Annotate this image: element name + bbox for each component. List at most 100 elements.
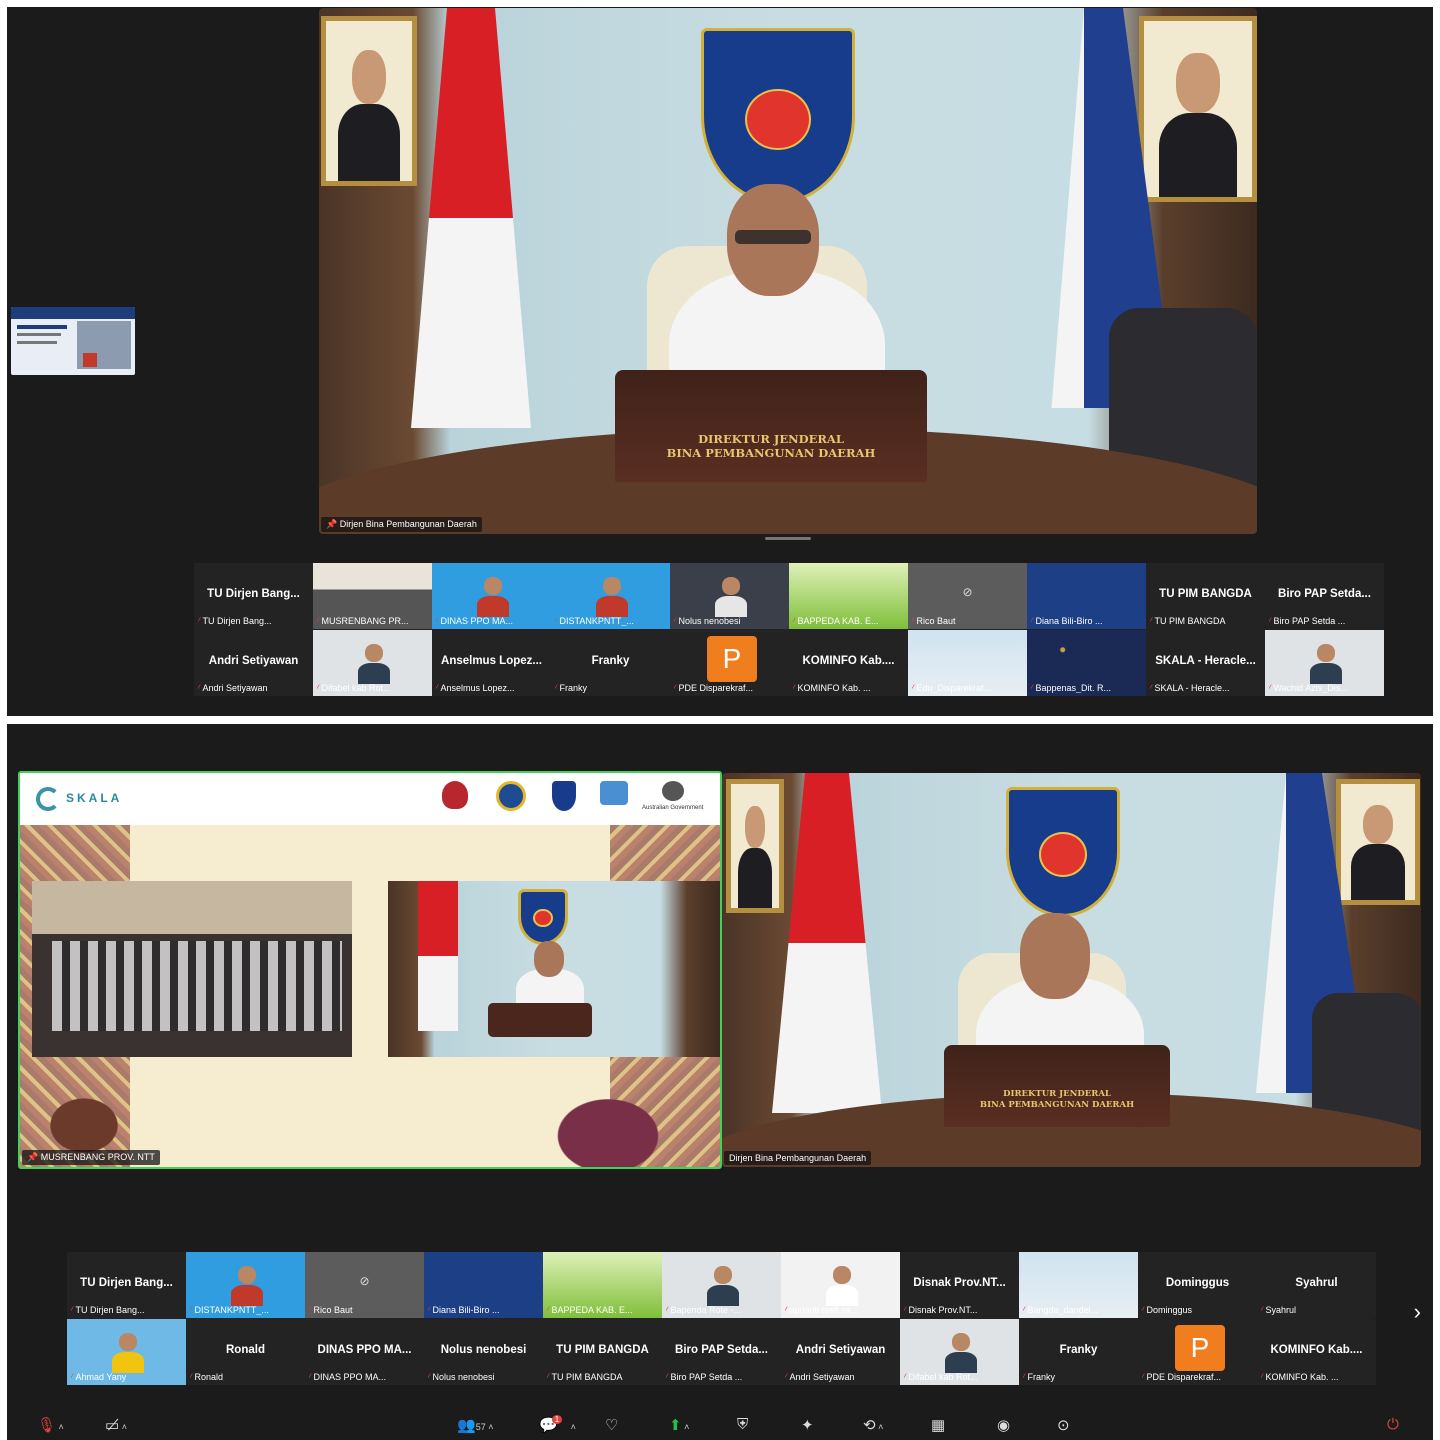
participant-name: Diana Bili-Biro ... <box>1035 616 1103 626</box>
mic-muted-icon: ⁄ <box>793 683 795 693</box>
shared-screen-video[interactable]: SKALA Australian Government 📌 MUSRENBANG… <box>18 771 722 1169</box>
participant-tile[interactable]: ⁄ Diana Bili-Biro ... <box>1027 563 1146 629</box>
participant-label: ⁄ Rico Baut <box>912 616 956 626</box>
mic-muted-icon: ⁄ <box>198 616 200 626</box>
participant-name: SKALA - Heracle... <box>1154 683 1230 693</box>
participant-tile[interactable]: ⁄ Bapenda Rote -... <box>662 1252 781 1318</box>
president-portrait <box>321 16 417 186</box>
participant-tile[interactable]: Anselmus Lopez... ⁄ Anselmus Lopez... <box>432 630 551 696</box>
shared-screen-name: MUSRENBANG PROV. NTT <box>40 1152 155 1162</box>
participant-tile[interactable]: Andri Setiyawan ⁄ Andri Setiyawan <box>781 1319 900 1385</box>
letter-avatar: P <box>1175 1325 1225 1371</box>
record-icon[interactable]: ◉ <box>997 1416 1010 1434</box>
avatar <box>351 636 397 684</box>
speaker-video-2[interactable]: DIREKTUR JENDERAL BINA PEMBANGUNAN DAERA… <box>722 773 1421 1167</box>
leave-icon[interactable]: ⏻ <box>1387 1416 1399 1433</box>
share-screen-icon[interactable]: ⬆ ˄ <box>669 1416 689 1434</box>
ministry-emblem-icon <box>1006 787 1120 917</box>
participant-tile[interactable]: KOMINFO Kab.... ⁄ KOMINFO Kab. ... <box>789 630 908 696</box>
participant-label: ⁄ BAPPEDA KAB. E... <box>547 1305 633 1315</box>
resize-handle[interactable] <box>765 537 811 540</box>
participant-tile[interactable]: ⁄ DINAS PPO MA... <box>432 563 551 629</box>
participant-tile[interactable]: Syahrul ⁄ Syahrul <box>1257 1252 1376 1318</box>
partner-logo-icon <box>552 781 576 811</box>
participant-tile[interactable]: TU PIM BANGDA ⁄ TU PIM BANGDA <box>1146 563 1265 629</box>
participant-tile[interactable]: ⊘ ⁄ Rico Baut <box>305 1252 424 1318</box>
participant-tile[interactable]: ⁄ aprianti resti sa... <box>781 1252 900 1318</box>
more-options-icon[interactable]: ⊙ <box>1057 1416 1070 1434</box>
speaker-video[interactable]: DIREKTUR JENDERAL BINA PEMBANGUNAN DAERA… <box>319 8 1257 534</box>
layout-grid-icon[interactable]: ▦ <box>931 1416 945 1434</box>
participant-label: ⁄ Bapenda Rote -... <box>666 1305 741 1315</box>
mic-muted-icon[interactable]: 🎙 ˄ <box>37 1416 64 1434</box>
participant-tile[interactable]: ⁄ Difabel kab Rot... <box>900 1319 1019 1385</box>
participant-tile[interactable]: DINAS PPO MA... ⁄ DINAS PPO MA... <box>305 1319 424 1385</box>
participant-name: Anselmus Lopez... <box>440 683 515 693</box>
participant-label: ⁄ TU Dirjen Bang... <box>198 616 272 626</box>
participant-tile[interactable]: ⁄ Difabel kab Rot... <box>313 630 432 696</box>
participant-name: Rico Baut <box>916 616 956 626</box>
mic-muted-icon: ⁄ <box>1142 1372 1144 1382</box>
video-off-icon[interactable]: ▭̸ ˄ <box>105 1416 127 1434</box>
next-page-chevron-icon[interactable]: › <box>1414 1299 1421 1325</box>
participant-name: Difabel kab Rot... <box>908 1372 978 1382</box>
participant-name: PDE Disparekraf... <box>1146 1372 1222 1382</box>
participants-icon[interactable]: 👥57 ˄ <box>457 1416 493 1434</box>
apps-icon[interactable]: ⟲ ˄ <box>863 1416 883 1434</box>
mic-muted-icon: ⁄ <box>785 1305 787 1315</box>
participant-label: ⁄ Dominggus <box>1142 1305 1192 1315</box>
participant-tile[interactable]: ⊘ ⁄ Rico Baut <box>908 563 1027 629</box>
participant-label: ⁄ KOMINFO Kab. ... <box>793 683 871 693</box>
screen-share-thumbnail[interactable] <box>11 307 135 375</box>
participant-tile[interactable]: Andri Setiyawan ⁄ Andri Setiyawan <box>194 630 313 696</box>
mic-muted-icon: ⁄ <box>428 1372 430 1382</box>
participant-tile[interactable]: ⁄ BAPPEDA KAB. E... <box>789 563 908 629</box>
chat-icon[interactable]: 💬1 ˄ <box>539 1415 576 1434</box>
participant-tile[interactable]: ⁄ Nolus nenobesi <box>670 563 789 629</box>
participant-tile[interactable]: Biro PAP Setda... ⁄ Biro PAP Setda ... <box>662 1319 781 1385</box>
participant-tile[interactable]: Disnak Prov.NT... ⁄ Disnak Prov.NT... <box>900 1252 1019 1318</box>
participant-tile[interactable]: Ronald ⁄ Ronald <box>186 1319 305 1385</box>
participant-tile[interactable]: ⁄ Edu_Disparekraf... <box>908 630 1027 696</box>
participant-tile[interactable]: Nolus nenobesi ⁄ Nolus nenobesi <box>424 1319 543 1385</box>
participant-name: Bangda_dandel... <box>1027 1305 1099 1315</box>
participant-tile[interactable]: ⁄ BAPPEDA KAB. E... <box>543 1252 662 1318</box>
participant-tile[interactable]: ⁄ DISTANKPNTT_... <box>551 563 670 629</box>
participant-name: Bappenas_Dit. R... <box>1035 683 1112 693</box>
participant-tile[interactable]: ⁄ Ahmad Yany <box>67 1319 186 1385</box>
vice-president-portrait <box>1336 779 1420 905</box>
participant-tile[interactable]: ⁄ Diana Bili-Biro ... <box>424 1252 543 1318</box>
avatar <box>700 1258 746 1306</box>
participant-tile[interactable]: KOMINFO Kab.... ⁄ KOMINFO Kab. ... <box>1257 1319 1376 1385</box>
participant-tile[interactable]: TU PIM BANGDA ⁄ TU PIM BANGDA <box>543 1319 662 1385</box>
participant-tile[interactable]: SKALA - Heracle... ⁄ SKALA - Heracle... <box>1146 630 1265 696</box>
mic-muted-icon: ⁄ <box>904 1372 906 1382</box>
participant-label: ⁄ Bappenas_Dit. R... <box>1031 683 1111 693</box>
participant-name: Rico Baut <box>313 1305 353 1315</box>
participant-display-name: TU PIM BANGDA <box>1159 588 1252 600</box>
mic-muted-icon: ⁄ <box>674 683 676 693</box>
participant-name: KOMINFO Kab. ... <box>797 683 871 693</box>
mic-muted-icon: ⁄ <box>71 1372 73 1382</box>
participant-tile[interactable]: TU Dirjen Bang... ⁄ TU Dirjen Bang... <box>194 563 313 629</box>
participant-tile[interactable]: Franky ⁄ Franky <box>551 630 670 696</box>
participant-tile[interactable]: ⁄ DISTANKPNTT_... <box>186 1252 305 1318</box>
ai-companion-icon[interactable]: ✦ <box>801 1416 814 1434</box>
participant-tile[interactable]: ⁄ MUSRENBANG PR... <box>313 563 432 629</box>
participant-tile[interactable]: Biro PAP Setda... ⁄ Biro PAP Setda ... <box>1265 563 1384 629</box>
participant-display-name: Franky <box>591 655 630 667</box>
participant-tile[interactable]: TU Dirjen Bang... ⁄ TU Dirjen Bang... <box>67 1252 186 1318</box>
participant-tile[interactable]: ⁄ Wachid Azis_Dis... <box>1265 630 1384 696</box>
participant-tile[interactable]: P ⁄ PDE Disparekraf... <box>1138 1319 1257 1385</box>
mic-muted-icon: ⁄ <box>309 1372 311 1382</box>
security-shield-icon[interactable]: ⛨ <box>737 1416 748 1433</box>
participant-tile[interactable]: P ⁄ PDE Disparekraf... <box>670 630 789 696</box>
participant-display-name: Disnak Prov.NT... <box>913 1277 1006 1289</box>
mic-muted-icon: ⁄ <box>317 683 319 693</box>
participant-tile[interactable]: ⁄ Bappenas_Dit. R... <box>1027 630 1146 696</box>
participant-tile[interactable]: Dominggus ⁄ Dominggus <box>1138 1252 1257 1318</box>
participant-tile[interactable]: ⁄ Bangda_dandel... <box>1019 1252 1138 1318</box>
participant-tile[interactable]: Franky ⁄ Franky <box>1019 1319 1138 1385</box>
skala-brand: SKALA <box>66 791 123 805</box>
reactions-icon[interactable]: ♡ <box>605 1416 618 1434</box>
